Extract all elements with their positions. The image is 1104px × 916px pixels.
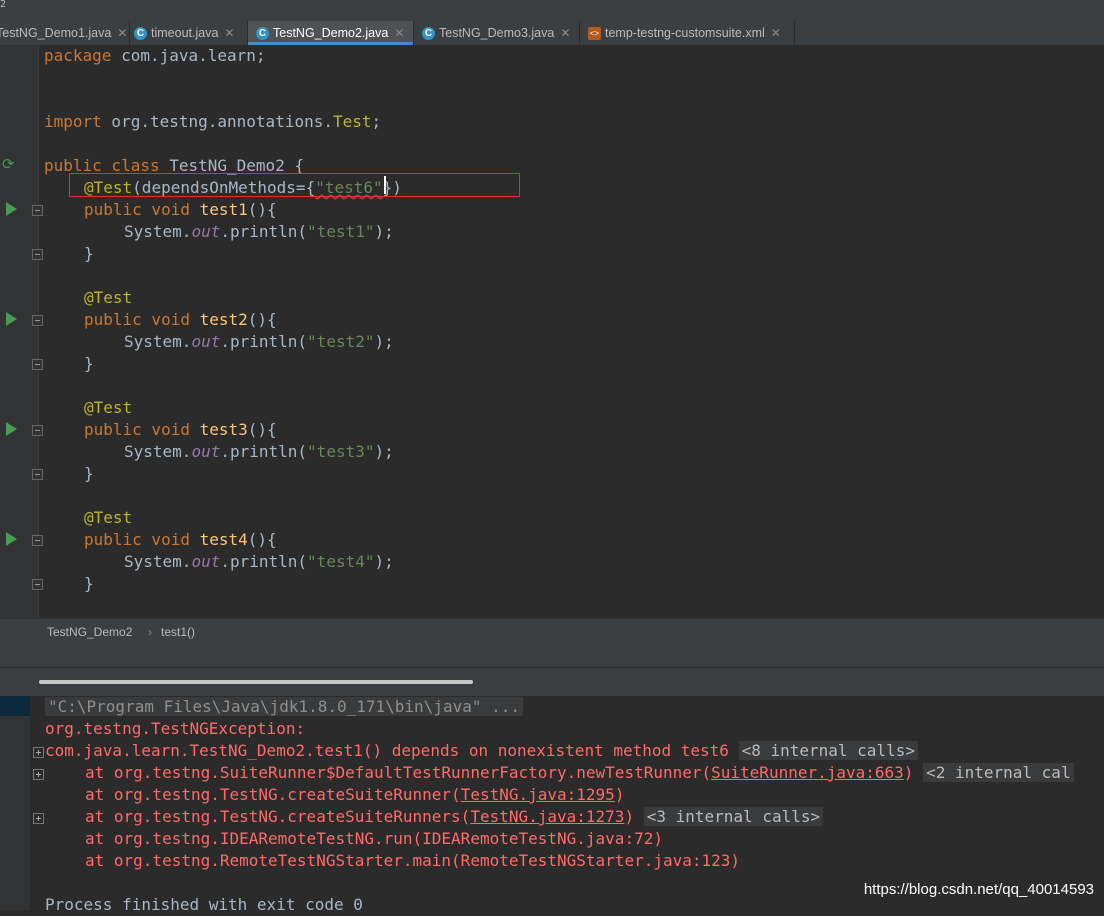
close-icon[interactable]: ✕ <box>117 26 127 40</box>
run-test-icon[interactable] <box>6 312 17 326</box>
code-line: @Test <box>84 508 133 527</box>
console-line: at org.testng.TestNG.createSuiteRunners(… <box>85 806 824 828</box>
expand-icon[interactable] <box>33 813 44 824</box>
expand-icon[interactable] <box>33 769 44 780</box>
fold-icon[interactable] <box>32 535 43 546</box>
fold-icon[interactable] <box>32 315 43 326</box>
code-line: System.out.println("test2"); <box>124 332 394 351</box>
code-line: } <box>84 464 94 483</box>
tab-label: timeout.java <box>151 26 219 40</box>
java-class-icon: C <box>134 26 147 40</box>
stack-frame: at org.testng.SuiteRunner$DefaultTestRun… <box>85 763 712 782</box>
text-caret <box>384 176 386 194</box>
source-link[interactable]: TestNG.java:1273 <box>470 807 624 826</box>
fold-icon[interactable] <box>32 359 43 370</box>
console-line: "C:\Program Files\Java\jdk1.8.0_171\bin\… <box>45 696 524 718</box>
tab-strip: TestNG_Demo1.java ✕ C timeout.java ✕ C T… <box>0 21 795 45</box>
stack-frame-end: ) <box>624 807 635 826</box>
console-line: at org.testng.IDEARemoteTestNG.run(IDEAR… <box>85 829 663 848</box>
code-line: System.out.println("test4"); <box>124 552 394 571</box>
error-message: com.java.learn.TestNG_Demo2.test1() depe… <box>45 741 729 760</box>
stack-frame: at org.testng.TestNG.createSuiteRunner( <box>85 785 461 804</box>
test-results-bar <box>0 667 1104 697</box>
source-link[interactable]: TestNG.java:1295 <box>461 785 615 804</box>
internal-calls-badge[interactable]: <3 internal calls> <box>643 807 824 826</box>
code-editor[interactable]: ⟳ package com.java.learn; import org.tes… <box>0 45 1104 618</box>
console-line: Process finished with exit code 0 <box>45 895 363 914</box>
java-class-icon: C <box>422 26 435 40</box>
run-console[interactable]: "C:\Program Files\Java\jdk1.8.0_171\bin\… <box>0 696 1104 914</box>
fold-icon[interactable] <box>32 425 43 436</box>
console-gutter <box>0 696 30 910</box>
editor-breadcrumb: TestNG_Demo2 › test1() <box>0 618 1104 644</box>
code-line: @Test <box>84 288 133 307</box>
editor-gutter: ⟳ <box>0 45 43 618</box>
tab-label: TestNG_Demo2.java <box>273 26 389 40</box>
run-test-icon[interactable] <box>6 422 17 436</box>
tab-timeout[interactable]: C timeout.java ✕ <box>130 21 248 45</box>
code-line: } <box>84 244 94 263</box>
run-class-icon[interactable]: ⟳ <box>2 155 15 173</box>
highlight-annotation-box <box>69 173 520 197</box>
code-line: System.out.println("test1"); <box>124 222 394 241</box>
stack-frame-end: ) <box>903 763 914 782</box>
tab-customsuite-xml[interactable]: <> temp-testng-customsuite.xml ✕ <box>580 21 795 45</box>
java-class-icon: C <box>256 26 269 40</box>
console-line: org.testng.TestNGException: <box>45 719 306 738</box>
code-line: package com.java.learn; <box>44 46 266 65</box>
tab-label: TestNG_Demo1.java <box>0 26 112 40</box>
close-icon[interactable]: ✕ <box>771 26 781 40</box>
expand-icon[interactable] <box>33 747 44 758</box>
close-icon[interactable]: ✕ <box>394 26 404 40</box>
code-line: } <box>84 354 94 373</box>
console-gutter-selection <box>0 696 30 716</box>
watermark-text: https://blog.csdn.net/qq_40014593 <box>863 881 1094 898</box>
fold-icon[interactable] <box>32 579 43 590</box>
tab-label: TestNG_Demo3.java <box>439 26 555 40</box>
chevron-right-icon: › <box>148 625 152 639</box>
internal-calls-badge[interactable]: <2 internal cal <box>923 763 1074 782</box>
run-test-icon[interactable] <box>6 532 17 546</box>
breadcrumb-method[interactable]: test1() <box>161 625 195 639</box>
source-link[interactable]: SuiteRunner.java:663 <box>711 763 904 782</box>
console-line: at org.testng.RemoteTestNGStarter.main(R… <box>85 851 741 870</box>
fold-icon[interactable] <box>32 469 43 480</box>
code-line: } <box>84 574 94 593</box>
tab-testng-demo2[interactable]: C TestNG_Demo2.java ✕ <box>248 21 414 45</box>
internal-calls-badge[interactable]: <8 internal calls> <box>738 741 918 760</box>
code-line: public void test4(){ <box>84 530 277 549</box>
console-line: com.java.learn.TestNG_Demo2.test1() depe… <box>45 740 918 762</box>
tab-testng-demo1[interactable]: TestNG_Demo1.java ✕ <box>0 21 130 45</box>
code-line: public void test2(){ <box>84 310 277 329</box>
run-test-icon[interactable] <box>6 202 17 216</box>
console-command: "C:\Program Files\Java\jdk1.8.0_171\bin\… <box>45 697 524 716</box>
xml-file-icon: <> <box>588 26 601 40</box>
fold-icon[interactable] <box>32 205 43 216</box>
stack-frame-end: ) <box>614 785 625 804</box>
code-line: public void test1(){ <box>84 200 277 219</box>
close-icon[interactable]: ✕ <box>224 26 234 40</box>
tool-window-header <box>0 643 1104 667</box>
console-line: at org.testng.TestNG.createSuiteRunner(T… <box>85 784 624 806</box>
close-icon[interactable]: ✕ <box>560 26 570 40</box>
top-breadcrumb: 2 <box>0 0 7 10</box>
code-line: import org.testng.annotations.Test; <box>44 112 382 131</box>
code-line: System.out.println("test3"); <box>124 442 394 461</box>
fold-icon[interactable] <box>32 249 43 260</box>
code-line: @Test <box>84 398 133 417</box>
console-line: at org.testng.SuiteRunner$DefaultTestRun… <box>85 762 1074 784</box>
breadcrumb-class[interactable]: TestNG_Demo2 <box>47 625 132 639</box>
tab-label: temp-testng-customsuite.xml <box>605 26 765 40</box>
editor-tab-bar: 2 TestNG_Demo1.java ✕ C timeout.java ✕ C… <box>0 0 1104 45</box>
code-line: public void test3(){ <box>84 420 277 439</box>
tab-testng-demo3[interactable]: C TestNG_Demo3.java ✕ <box>414 21 580 45</box>
stack-frame: at org.testng.TestNG.createSuiteRunners( <box>85 807 471 826</box>
horizontal-scrollbar[interactable] <box>39 680 473 684</box>
